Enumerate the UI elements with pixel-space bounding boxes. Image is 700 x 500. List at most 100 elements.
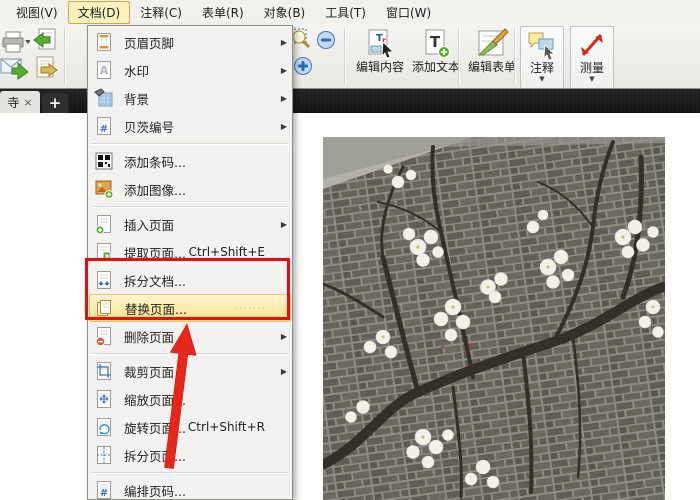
svg-text:#: # [100, 488, 108, 499]
add-text-icon: T [419, 28, 453, 60]
zoom-out-icon[interactable] [316, 30, 336, 50]
add-image-icon [94, 179, 114, 199]
faded-dots: ······· [234, 301, 266, 315]
menu-item-label: 添加条码... [124, 154, 186, 170]
menu-item-label: 删除页面 [124, 329, 175, 345]
toolbar-button-编辑表单[interactable]: 编辑表单 [464, 26, 520, 88]
number-pages-icon: # [94, 480, 114, 499]
toolbar-separator [64, 28, 65, 84]
printer-icon[interactable] [2, 30, 30, 54]
tab-close-icon[interactable]: × [23, 97, 32, 108]
resize-pages-icon [94, 389, 114, 409]
menu-separator [91, 353, 289, 354]
menubar-item-2[interactable]: 文档(D) [67, 0, 131, 24]
menubar-item-7[interactable]: 窗口(W) [376, 1, 441, 24]
menu-item-添加图像[interactable]: 添加图像... [89, 175, 291, 203]
document-photo [323, 137, 665, 500]
edit-form-icon [475, 28, 509, 60]
toolbar-button-编辑内容[interactable]: Tr 编辑内容 [352, 26, 408, 88]
menu-item-添加条码[interactable]: 添加条码... [89, 147, 291, 175]
menu-item-插入页面[interactable]: 插入页面 ▶ [89, 210, 291, 238]
bates-number-icon: # [94, 116, 114, 136]
measure-icon [575, 29, 609, 61]
comment-icon [525, 29, 559, 61]
svg-text:#: # [100, 124, 108, 135]
submenu-arrow-icon: ▶ [280, 121, 287, 131]
menu-item-拆分页面[interactable]: 拆分页面... [89, 441, 291, 469]
chevron-down-icon: ▼ [539, 75, 545, 83]
menu-item-旋转页面[interactable]: 旋转页面... Ctrl+Shift+R [89, 413, 291, 441]
menu-item-label: 提取页面... [124, 245, 186, 261]
toolbar-button-label: 编辑表单 [468, 60, 517, 74]
watermark-icon: A [94, 60, 114, 80]
menu-item-shortcut: Ctrl+Shift+R [187, 420, 265, 434]
menubar-item-5[interactable]: 对象(B) [254, 1, 316, 24]
menu-item-提取页面[interactable]: 提取页面... Ctrl+Shift+E [89, 238, 291, 266]
import-doc-icon[interactable] [33, 28, 59, 54]
svg-text:A: A [100, 64, 109, 77]
menubar-item-1[interactable]: 视图(V) [6, 1, 68, 24]
toolbar-button-注释[interactable]: 注释 ▼ [520, 26, 564, 90]
rotate-pages-icon [94, 417, 114, 437]
crop-pages-icon [94, 361, 114, 381]
menu-item-编排页码[interactable]: # 编排页码... [89, 476, 291, 499]
menu-item-label: 裁剪页面 [124, 364, 175, 380]
menu-item-label: 背景 [124, 91, 150, 107]
replace-pages-icon [95, 298, 115, 318]
menu-item-裁剪页面[interactable]: 裁剪页面 ▶ [89, 357, 291, 385]
menu-item-拆分文档[interactable]: 拆分文档... [89, 266, 291, 294]
edit-content-icon: Tr [363, 28, 397, 60]
chevron-down-icon: ▼ [589, 75, 595, 83]
toolbar-button-label: 注释 [529, 61, 554, 75]
menu-item-label: 拆分页面... [124, 448, 186, 464]
menubar-item-3[interactable]: 注释(C) [130, 1, 192, 24]
toolbar-separator [458, 28, 459, 84]
document-tab[interactable]: 寺 × [0, 91, 40, 113]
menu-item-水印[interactable]: A 水印 ▶ [89, 56, 291, 84]
delete-pages-icon [94, 326, 114, 346]
toolbar-separator [514, 28, 515, 84]
menu-item-label: 旋转页面... [124, 420, 186, 436]
header-footer-icon [94, 32, 114, 52]
document-menu-dropdown: 页眉页脚 ▶ A 水印 ▶ 背景 ▶ # 贝茨编号 ▶ 添加条码... 添加图像... 插入页面 ▶ 提取页… [87, 25, 293, 500]
barcode-icon [94, 151, 114, 171]
menu-item-背景[interactable]: 背景 ▶ [89, 84, 291, 112]
menubar-item-6[interactable]: 工具(T) [315, 1, 376, 24]
new-tab-button[interactable]: + [42, 93, 68, 113]
background-icon [94, 88, 114, 108]
toolbar-button-label: 添加文本 [412, 60, 461, 74]
toolbar-button-测量[interactable]: 测量 ▼ [570, 26, 614, 90]
toolbar-button-添加文本[interactable]: T 添加文本 [408, 26, 464, 88]
menu-item-label: 水印 [124, 63, 150, 79]
insert-pages-icon [94, 214, 114, 234]
menubar-item-4[interactable]: 表单(R) [192, 1, 254, 24]
menu-item-替换页面[interactable]: 替换页面... ······· [89, 294, 291, 322]
menu-item-label: 贝茨编号 [124, 119, 175, 135]
split-pages-icon [94, 445, 114, 465]
menu-separator [91, 143, 289, 144]
menu-separator [91, 206, 289, 207]
menu-item-缩放页面[interactable]: 缩放页面... [89, 385, 291, 413]
menu-item-label: 插入页面 [124, 217, 175, 233]
zoom-in-icon[interactable] [293, 56, 313, 76]
extract-pages-icon [94, 242, 114, 262]
submenu-arrow-icon: ▶ [280, 37, 287, 47]
menu-item-label: 替换页面... [125, 301, 187, 317]
split-document-icon [94, 270, 114, 290]
menu-item-shortcut: Ctrl+Shift+E [188, 245, 265, 259]
menu-item-贝茨编号[interactable]: # 贝茨编号 ▶ [89, 112, 291, 140]
menu-item-label: 添加图像... [124, 182, 186, 198]
submenu-arrow-icon: ▶ [280, 219, 287, 229]
pdf-editor-window: 视图(V) 文档(D) 注释(C) 表单(R) 对象(B) 工具(T) 窗口(W) Tr 编辑… [0, 0, 700, 500]
export-doc-icon[interactable] [33, 56, 59, 82]
svg-text:T: T [430, 33, 441, 51]
toolbar-button-label: 编辑内容 [356, 60, 405, 74]
toolbar-separator [344, 28, 345, 84]
submenu-arrow-icon: ▶ [280, 366, 287, 376]
submenu-arrow-icon: ▶ [280, 93, 287, 103]
menu-item-页眉页脚[interactable]: 页眉页脚 ▶ [89, 28, 291, 56]
menu-separator [91, 472, 289, 473]
document-tab-label: 寺 [7, 95, 20, 110]
menu-item-删除页面[interactable]: 删除页面 ▶ [89, 322, 291, 350]
email-icon[interactable] [0, 56, 28, 82]
